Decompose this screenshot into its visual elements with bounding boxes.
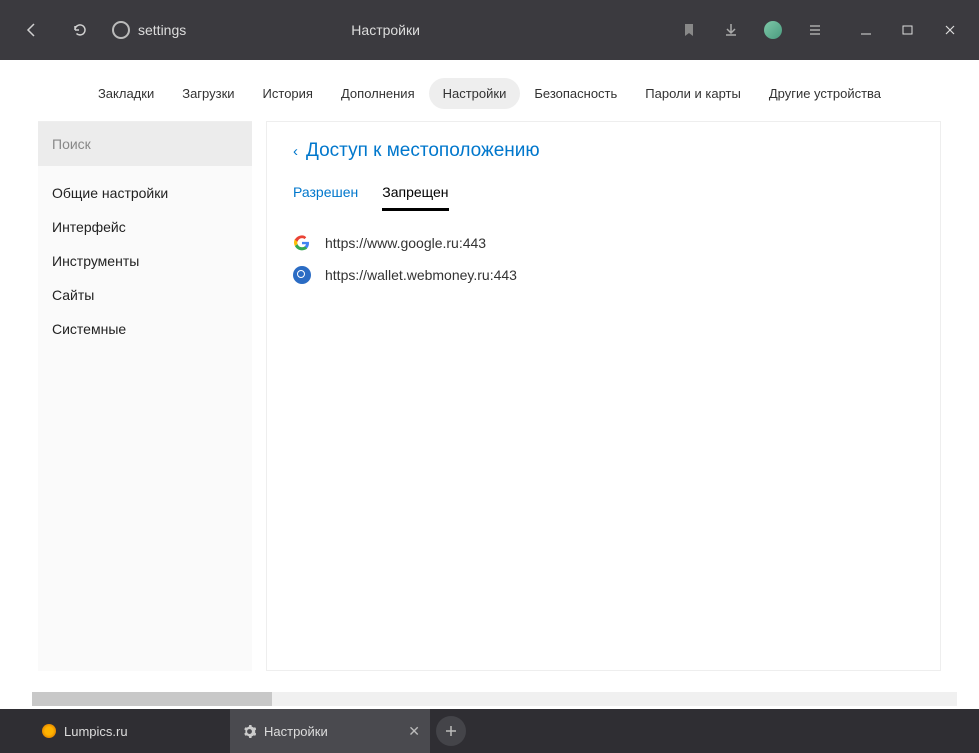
nav-history[interactable]: История <box>249 78 327 109</box>
chevron-left-icon: ‹ <box>293 143 298 160</box>
tab-denied[interactable]: Запрещен <box>382 184 448 211</box>
site-url: https://wallet.webmoney.ru:443 <box>325 267 517 283</box>
browser-tab-settings[interactable]: Настройки ✕ <box>230 709 430 753</box>
webmoney-favicon-icon <box>293 266 311 284</box>
gear-icon <box>242 724 256 738</box>
sidebar-item-general[interactable]: Общие настройки <box>38 176 252 210</box>
reload-button[interactable] <box>64 14 96 46</box>
sidebar-item-sites[interactable]: Сайты <box>38 278 252 312</box>
profile-avatar[interactable] <box>759 16 787 44</box>
browser-tabstrip: Lumpics.ru Настройки ✕ <box>0 709 979 753</box>
site-row[interactable]: https://www.google.ru:443 <box>293 234 914 252</box>
nav-downloads[interactable]: Загрузки <box>168 78 248 109</box>
downloads-icon[interactable] <box>717 16 745 44</box>
scrollbar-thumb[interactable] <box>32 692 272 706</box>
tab-allowed[interactable]: Разрешен <box>293 184 358 211</box>
section-title: Доступ к местоположению <box>306 140 540 162</box>
nav-settings[interactable]: Настройки <box>429 78 521 109</box>
tab-close-icon[interactable]: ✕ <box>408 723 420 740</box>
bookmark-icon[interactable] <box>675 16 703 44</box>
section-back-link[interactable]: ‹ Доступ к местоположению <box>293 140 914 162</box>
sidebar-item-tools[interactable]: Инструменты <box>38 244 252 278</box>
sidebar-item-interface[interactable]: Интерфейс <box>38 210 252 244</box>
settings-top-nav: Закладки Загрузки История Дополнения Нас… <box>0 60 979 121</box>
nav-other-devices[interactable]: Другие устройства <box>755 78 895 109</box>
settings-sidebar: Поиск Общие настройки Интерфейс Инструме… <box>38 121 252 671</box>
permission-tabs: Разрешен Запрещен <box>293 184 914 212</box>
sidebar-search[interactable]: Поиск <box>38 122 252 166</box>
back-button[interactable] <box>16 14 48 46</box>
page-title: Настройки <box>96 22 675 38</box>
minimize-button[interactable] <box>845 14 887 46</box>
denied-sites-list: https://www.google.ru:443 https://wallet… <box>293 234 914 284</box>
maximize-button[interactable] <box>887 14 929 46</box>
nav-bookmarks[interactable]: Закладки <box>84 78 168 109</box>
tab-label: Lumpics.ru <box>64 724 128 739</box>
tab-label: Настройки <box>264 724 328 739</box>
lumpics-favicon-icon <box>42 724 56 738</box>
workspace: Поиск Общие настройки Интерфейс Инструме… <box>0 121 979 671</box>
window-titlebar: settings Настройки <box>0 0 979 60</box>
nav-security[interactable]: Безопасность <box>520 78 631 109</box>
google-favicon-icon <box>293 234 311 252</box>
nav-addons[interactable]: Дополнения <box>327 78 429 109</box>
close-button[interactable] <box>929 14 971 46</box>
site-row[interactable]: https://wallet.webmoney.ru:443 <box>293 266 914 284</box>
new-tab-button[interactable] <box>436 716 466 746</box>
browser-tab-lumpics[interactable]: Lumpics.ru <box>30 709 230 753</box>
nav-passwords[interactable]: Пароли и карты <box>631 78 755 109</box>
horizontal-scrollbar[interactable] <box>32 692 957 706</box>
menu-icon[interactable] <box>801 16 829 44</box>
sidebar-item-system[interactable]: Системные <box>38 312 252 346</box>
main-panel: ‹ Доступ к местоположению Разрешен Запре… <box>266 121 941 671</box>
site-url: https://www.google.ru:443 <box>325 235 486 251</box>
